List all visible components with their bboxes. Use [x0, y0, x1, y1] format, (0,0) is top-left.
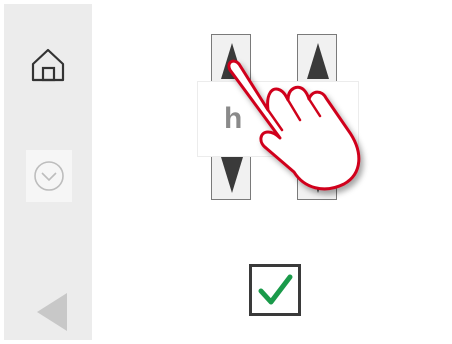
- checkmark-icon: [258, 274, 293, 305]
- timer-button[interactable]: [26, 150, 72, 202]
- home-icon: [31, 48, 65, 82]
- back-button[interactable]: [30, 290, 74, 334]
- back-arrow-icon: [37, 293, 67, 331]
- clock-icon: [34, 161, 64, 191]
- minutes-up-button[interactable]: [306, 41, 330, 81]
- home-button[interactable]: [26, 42, 70, 86]
- hours-up-button[interactable]: [220, 41, 244, 81]
- value-unit-label: h: [224, 102, 243, 135]
- hours-down-button[interactable]: [220, 155, 244, 195]
- minutes-down-button[interactable]: [306, 155, 330, 195]
- screen: h: [0, 0, 452, 344]
- value-display: h: [198, 82, 358, 156]
- confirm-button[interactable]: [249, 264, 301, 316]
